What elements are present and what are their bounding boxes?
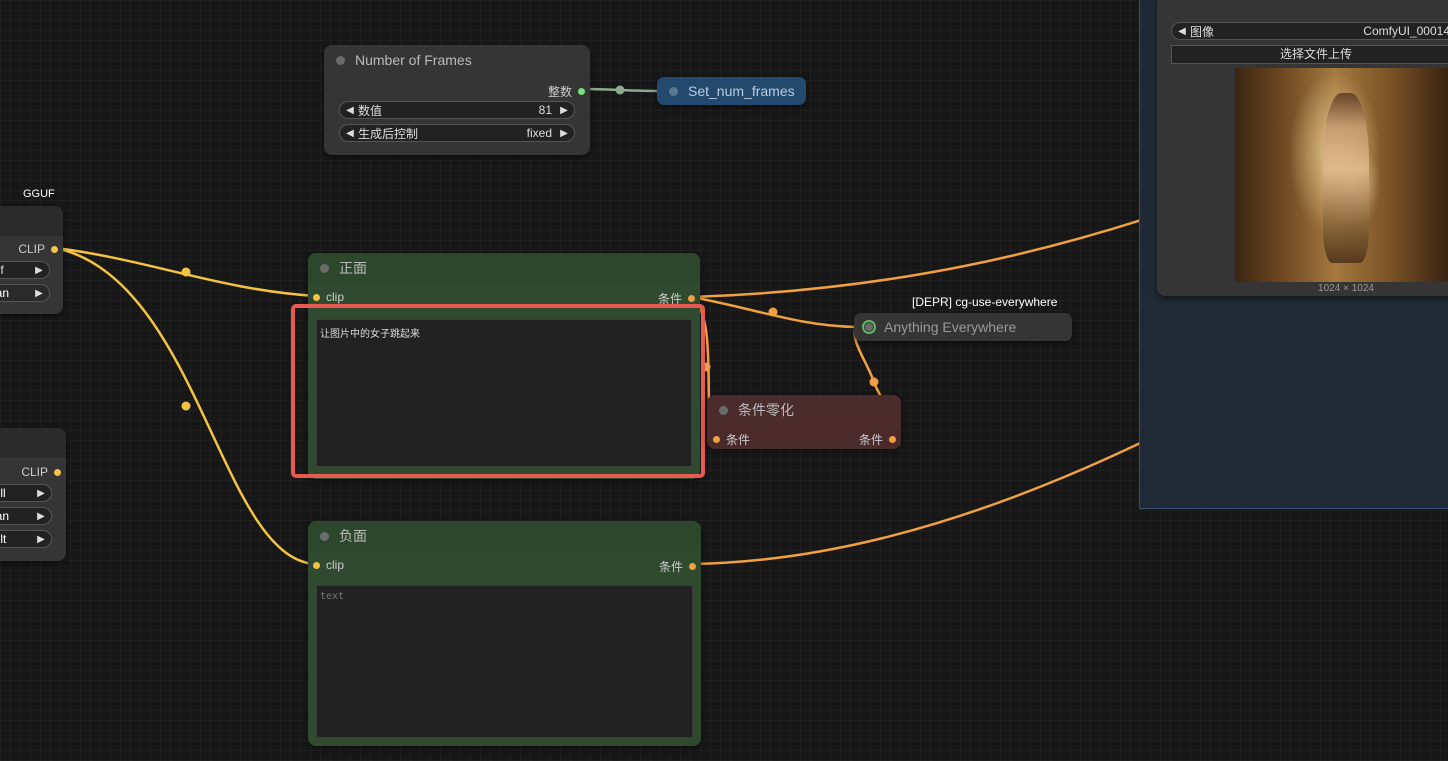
frames-node-header: Number of Frames — [324, 45, 590, 75]
conditioning-output-slot[interactable]: 条件 — [659, 558, 696, 575]
collapse-dot-icon[interactable] — [320, 531, 329, 541]
collapse-dot-icon[interactable] — [320, 263, 329, 273]
clip-input-dot[interactable] — [313, 561, 320, 569]
negative-node-header: 负面 — [308, 521, 701, 551]
collapse-dot-icon[interactable] — [719, 405, 728, 415]
frames-node-title: Number of Frames — [355, 52, 472, 68]
left-node-top[interactable]: CLIP guf▶ wan▶ — [0, 206, 63, 314]
everywhere-badge: [DEPR] cg-use-everywhere — [912, 295, 1058, 309]
integer-output-slot[interactable]: 整数 — [548, 83, 585, 100]
load-image-node[interactable]: ◀ 图像 ComfyUI_00014 选择文件上传 1024 × 1024 — [1157, 0, 1448, 296]
number-of-frames-node[interactable]: Number of Frames 整数 ◀ 数值 81 ▶ ◀ 生成后控制 fi… — [324, 45, 590, 155]
left-top-widget-2[interactable]: wan▶ — [0, 284, 50, 302]
clip-output-slot[interactable]: CLIP — [18, 242, 58, 256]
integer-output-dot[interactable] — [578, 88, 585, 95]
clip-output-dot-2[interactable] — [54, 468, 61, 476]
clip-input-slot[interactable]: clip — [313, 290, 344, 304]
left-top-widget-1[interactable]: guf▶ — [0, 261, 50, 279]
everywhere-node-header: Anything Everywhere — [854, 313, 1072, 341]
set-node-header: Set_num_frames — [657, 77, 806, 105]
clip-output-slot-2[interactable]: CLIP — [21, 465, 61, 479]
left-node-bottom[interactable]: CLIP null▶ wan▶ ault▶ — [0, 428, 66, 561]
image-size-label: 1024 × 1024 — [1318, 283, 1374, 294]
set-num-frames-node[interactable]: Set_num_frames — [657, 77, 806, 105]
frames-value-widget[interactable]: ◀ 数值 81 ▶ — [339, 101, 575, 119]
conditioning-output-dot[interactable] — [688, 295, 695, 302]
negative-prompt-node[interactable]: 负面 clip 条件 text — [308, 521, 701, 746]
conditioning-output-slot[interactable]: 条件 — [859, 431, 896, 448]
figure-silhouette — [1323, 93, 1369, 263]
prev-option-arrow-icon[interactable]: ◀ — [344, 128, 356, 139]
zero-node-header: 条件零化 — [707, 395, 901, 425]
clip-input-dot[interactable] — [313, 293, 320, 301]
conditioning-output-dot[interactable] — [689, 563, 696, 570]
left-node-bottom-header — [0, 428, 66, 458]
clip-output-dot[interactable] — [51, 245, 58, 253]
control-after-generate-widget[interactable]: ◀ 生成后控制 fixed ▶ — [339, 124, 575, 142]
collapse-dot-icon[interactable] — [669, 86, 678, 96]
left-bottom-widget-3[interactable]: ault▶ — [0, 530, 52, 548]
left-bottom-widget-2[interactable]: wan▶ — [0, 507, 52, 525]
conditioning-input-dot[interactable] — [713, 436, 720, 443]
decrement-arrow-icon[interactable]: ◀ — [344, 105, 356, 116]
increment-arrow-icon[interactable]: ▶ — [558, 105, 570, 116]
image-select-widget[interactable]: ◀ 图像 ComfyUI_00014 — [1171, 22, 1448, 40]
conditioning-input-slot[interactable]: 条件 — [713, 431, 750, 448]
upload-button[interactable]: 选择文件上传 — [1171, 45, 1448, 64]
next-option-arrow-icon[interactable]: ▶ — [558, 128, 570, 139]
conditioning-zero-out-node[interactable]: 条件零化 条件 条件 — [707, 395, 901, 449]
clip-input-slot[interactable]: clip — [313, 558, 344, 572]
left-bottom-widget-1[interactable]: null▶ — [0, 484, 52, 502]
left-node-top-header — [0, 206, 63, 236]
image-preview — [1235, 68, 1448, 282]
anything-everywhere-node[interactable]: Anything Everywhere — [854, 313, 1072, 341]
highlight-box — [291, 304, 705, 478]
left-node-top-title: GGUF — [23, 188, 55, 200]
collapse-dot-icon[interactable] — [336, 55, 345, 65]
prev-image-arrow-icon[interactable]: ◀ — [1176, 26, 1188, 37]
conditioning-output-dot[interactable] — [889, 436, 896, 443]
negative-prompt-textarea[interactable]: text — [316, 585, 693, 738]
positive-node-header: 正面 — [308, 253, 700, 283]
anything-input-icon[interactable] — [862, 320, 876, 334]
